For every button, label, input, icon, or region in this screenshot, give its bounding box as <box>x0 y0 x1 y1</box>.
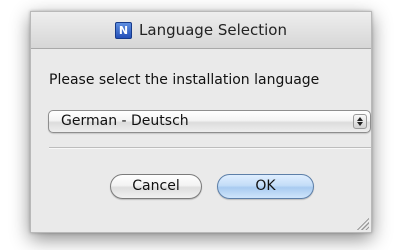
language-select-value: German - Deutsch <box>61 113 189 129</box>
up-down-arrows-icon[interactable] <box>353 114 367 129</box>
language-selection-dialog: N Language Selection Please select the i… <box>30 11 372 233</box>
divider <box>49 147 371 149</box>
ok-button[interactable]: OK <box>217 174 314 199</box>
app-icon: N <box>115 21 133 39</box>
dialog-title: Language Selection <box>139 21 287 39</box>
prompt-label: Please select the installation language <box>49 72 320 88</box>
title-bar[interactable]: N Language Selection <box>31 12 371 49</box>
resize-grip-icon[interactable] <box>357 218 369 230</box>
cancel-button[interactable]: Cancel <box>110 174 202 199</box>
language-select[interactable]: German - Deutsch <box>48 110 371 133</box>
